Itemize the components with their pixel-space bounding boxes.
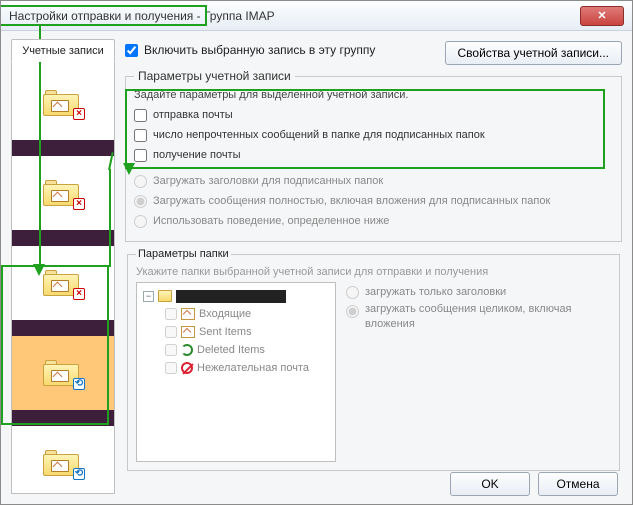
account-params-legend: Параметры учетной записи bbox=[134, 69, 295, 83]
radio-custom-label: Использовать поведение, определенное ниж… bbox=[153, 215, 389, 227]
sync-badge-icon: ⟲ bbox=[73, 468, 85, 480]
account-item[interactable]: ⟲ bbox=[12, 426, 114, 494]
recycle-icon bbox=[181, 344, 193, 356]
sync-badge-icon: ⟲ bbox=[73, 378, 85, 390]
tree-item-deleted[interactable]: Deleted Items bbox=[165, 341, 329, 359]
receive-mail-checkbox[interactable] bbox=[134, 149, 147, 162]
account-item[interactable]: × bbox=[12, 156, 114, 230]
accounts-tab[interactable]: Учетные записи bbox=[11, 39, 115, 62]
cancel-button[interactable]: Отмена bbox=[538, 472, 618, 496]
account-item[interactable]: × bbox=[12, 66, 114, 140]
dialog-window: Настройки отправки и получения - Группа … bbox=[0, 0, 633, 505]
deleted-checkbox bbox=[165, 344, 177, 356]
radio-headers bbox=[134, 175, 147, 188]
error-badge-icon: × bbox=[73, 198, 85, 210]
window-title: Настройки отправки и получения - Группа … bbox=[9, 9, 580, 23]
unread-count-checkbox[interactable] bbox=[134, 129, 147, 142]
inbox-checkbox bbox=[165, 308, 177, 320]
include-label: Включить выбранную запись в эту группу bbox=[144, 43, 375, 57]
radio-folder-headers bbox=[346, 286, 359, 299]
folder-params-legend: Параметры папки bbox=[136, 248, 231, 260]
radio-full bbox=[134, 195, 147, 208]
account-item[interactable]: × bbox=[12, 246, 114, 320]
inbox-label: Входящие bbox=[199, 308, 251, 320]
junk-label: Нежелательная почта bbox=[197, 362, 309, 374]
folder-params-hint: Укажите папки выбранной учетной записи д… bbox=[136, 266, 611, 278]
account-item-selected[interactable]: ⟲ bbox=[12, 336, 114, 410]
account-params-hint: Задайте параметры для выделенной учетной… bbox=[134, 89, 613, 101]
include-checkbox[interactable] bbox=[125, 44, 138, 57]
account-params-fieldset: Параметры учетной записи Задайте парамет… bbox=[125, 69, 622, 242]
error-badge-icon: × bbox=[73, 288, 85, 300]
unread-count-label: число непрочтенных сообщений в папке для… bbox=[153, 129, 485, 141]
radio-folder-headers-label: загружать только заголовки bbox=[365, 286, 506, 298]
close-button[interactable]: ✕ bbox=[580, 6, 624, 26]
error-badge-icon: × bbox=[73, 108, 85, 120]
radio-full-label: Загружать сообщения полностью, включая в… bbox=[153, 195, 550, 207]
sent-checkbox bbox=[165, 326, 177, 338]
accounts-list: × × × ⟲ ⟲ bbox=[11, 61, 115, 494]
mail-icon bbox=[181, 308, 195, 320]
junk-checkbox bbox=[165, 362, 177, 374]
radio-custom bbox=[134, 215, 147, 228]
send-mail-label: отправка почты bbox=[153, 109, 233, 121]
sent-label: Sent Items bbox=[199, 326, 252, 338]
dialog-body: Учетные записи × × × ⟲ ⟲ bbox=[1, 31, 632, 504]
tree-item-inbox[interactable]: Входящие bbox=[165, 305, 329, 323]
radio-folder-full-label: загружать сообщения целиком, включая вло… bbox=[365, 302, 611, 332]
dialog-footer: OK Отмена bbox=[450, 472, 618, 496]
folder-params-fieldset: Параметры папки Укажите папки выбранной … bbox=[127, 248, 620, 471]
mail-icon bbox=[181, 326, 195, 338]
tree-item-sent[interactable]: Sent Items bbox=[165, 323, 329, 341]
folder-download-options: загружать только заголовки загружать соо… bbox=[346, 282, 611, 462]
radio-folder-full bbox=[346, 305, 359, 318]
send-mail-checkbox[interactable] bbox=[134, 109, 147, 122]
folder-tree[interactable]: − Входящие Sent Items Deleted Items Неже… bbox=[136, 282, 336, 462]
account-name-redacted bbox=[176, 290, 286, 303]
collapse-icon[interactable]: − bbox=[143, 291, 154, 302]
tree-item-junk[interactable]: Нежелательная почта bbox=[165, 359, 329, 377]
settings-area: Включить выбранную запись в эту группу С… bbox=[125, 39, 622, 460]
tree-root[interactable]: − bbox=[143, 287, 329, 305]
radio-headers-label: Загружать заголовки для подписанных папо… bbox=[153, 175, 383, 187]
titlebar: Настройки отправки и получения - Группа … bbox=[1, 1, 632, 31]
receive-mail-label: получение почты bbox=[153, 149, 241, 161]
ok-button[interactable]: OK bbox=[450, 472, 530, 496]
folder-icon bbox=[158, 290, 172, 302]
block-icon bbox=[181, 362, 193, 374]
account-properties-button[interactable]: Свойства учетной записи... bbox=[445, 41, 622, 65]
deleted-label: Deleted Items bbox=[197, 344, 265, 356]
